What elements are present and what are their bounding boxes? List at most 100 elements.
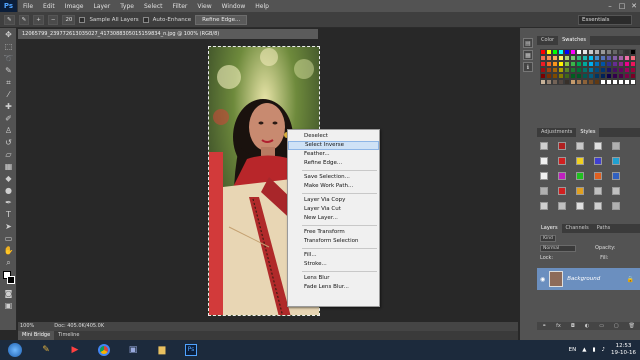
context-menu-item-feather[interactable]: Feather... (288, 150, 379, 159)
style-preset[interactable] (594, 202, 602, 210)
context-menu-item-transform-selection[interactable]: Transform Selection (288, 237, 379, 246)
context-menu-item-new-layer[interactable]: New Layer... (288, 214, 379, 223)
tab-layers[interactable]: Layers (537, 224, 562, 233)
path-selection-tool-icon[interactable]: ➤ (2, 221, 15, 232)
context-menu-item-free-transform[interactable]: Free Transform (288, 228, 379, 237)
context-menu-item-make-work-path[interactable]: Make Work Path... (288, 182, 379, 191)
tab-swatches[interactable]: Swatches (558, 36, 590, 45)
style-preset[interactable] (612, 187, 620, 195)
eye-icon[interactable]: ◉ (540, 276, 545, 283)
context-menu-item-save-selection[interactable]: Save Selection... (288, 173, 379, 182)
gradient-tool-icon[interactable]: ▦ (2, 161, 15, 172)
zoom-tool-icon[interactable]: ⌕ (2, 257, 15, 268)
tab-paths[interactable]: Paths (593, 224, 615, 233)
history-brush-tool-icon[interactable]: ↺ (2, 137, 15, 148)
style-preset[interactable] (576, 202, 584, 210)
new-group-icon[interactable]: ▭ (599, 322, 604, 330)
tab-channels[interactable]: Channels (562, 224, 593, 233)
paint-app-icon[interactable]: ✎ (33, 341, 59, 359)
tab-styles[interactable]: Styles (576, 128, 600, 137)
clone-stamp-tool-icon[interactable]: ♙ (2, 125, 15, 136)
document-tab[interactable]: 12065799_239772613035027_417308830501515… (18, 29, 318, 39)
screen-mode-icon[interactable]: ▣ (2, 300, 15, 311)
style-preset[interactable] (540, 157, 548, 165)
layer-kind-select[interactable]: Kind (540, 234, 556, 242)
style-preset[interactable] (558, 157, 566, 165)
layer-row-background[interactable]: ◉ Background 🔒 (537, 268, 640, 290)
style-preset[interactable] (594, 172, 602, 180)
tab-timeline[interactable]: Timeline (54, 331, 83, 340)
lasso-tool-icon[interactable]: ➰ (2, 53, 15, 64)
network-icon[interactable]: ▮ (592, 347, 595, 353)
tab-mini-bridge[interactable]: Mini Bridge (18, 331, 55, 340)
clock[interactable]: 12:53 19-10-16 (611, 343, 636, 357)
tab-color[interactable]: Color (537, 36, 558, 45)
style-preset[interactable] (576, 187, 584, 195)
menu-layer[interactable]: Layer (88, 3, 115, 10)
style-preset[interactable] (576, 142, 584, 150)
menu-help[interactable]: Help (250, 3, 274, 10)
dodge-tool-icon[interactable]: ● (2, 185, 15, 196)
close-icon[interactable]: ✕ (628, 0, 640, 12)
info-panel-icon[interactable]: ℹ (523, 62, 533, 72)
crop-tool-icon[interactable]: ⌗ (2, 77, 15, 88)
refine-edge-button[interactable]: Refine Edge... (195, 14, 248, 25)
menu-window[interactable]: Window (217, 3, 251, 10)
context-menu-item-layer-via-cut[interactable]: Layer Via Cut (288, 205, 379, 214)
menu-file[interactable]: File (18, 3, 38, 10)
style-preset[interactable] (576, 172, 584, 180)
context-menu-item-stroke[interactable]: Stroke... (288, 260, 379, 269)
context-menu-item-deselect[interactable]: Deselect (288, 132, 379, 141)
style-preset[interactable] (540, 142, 548, 150)
photo-viewer-icon[interactable]: ▣ (120, 341, 146, 359)
context-menu-item-fade-lens-blur[interactable]: Fade Lens Blur... (288, 283, 379, 292)
style-preset[interactable] (558, 202, 566, 210)
style-preset[interactable] (612, 202, 620, 210)
style-preset[interactable] (558, 187, 566, 195)
layer-style-icon[interactable]: fx (556, 322, 561, 330)
tab-adjustments[interactable]: Adjustments (537, 128, 576, 137)
menu-edit[interactable]: Edit (38, 3, 60, 10)
context-menu-item-select-inverse[interactable]: Select Inverse (288, 141, 379, 150)
new-layer-icon[interactable]: ▢ (614, 322, 619, 330)
menu-filter[interactable]: Filter (168, 3, 193, 10)
style-preset[interactable] (594, 187, 602, 195)
style-preset[interactable] (540, 187, 548, 195)
zoom-level[interactable]: 100% (20, 322, 34, 331)
style-preset[interactable] (540, 202, 548, 210)
shape-tool-icon[interactable]: ▭ (2, 233, 15, 244)
minimize-icon[interactable]: – (604, 0, 616, 12)
context-menu-item-fill[interactable]: Fill... (288, 251, 379, 260)
quick-mask-icon[interactable]: ◙ (2, 288, 15, 299)
menu-view[interactable]: View (192, 3, 216, 10)
context-menu-item-refine-edge[interactable]: Refine Edge... (288, 159, 379, 168)
pen-tool-icon[interactable]: ✒ (2, 197, 15, 208)
context-menu-item-layer-via-copy[interactable]: Layer Via Copy (288, 196, 379, 205)
context-menu-item-lens-blur[interactable]: Lens Blur (288, 274, 379, 283)
style-preset[interactable] (594, 142, 602, 150)
style-preset[interactable] (612, 157, 620, 165)
adjustment-layer-icon[interactable]: ◐ (585, 322, 589, 330)
style-preset[interactable] (612, 172, 620, 180)
eraser-tool-icon[interactable]: ▱ (2, 149, 15, 160)
workspace-select[interactable]: Essentials (578, 15, 632, 25)
start-button-icon[interactable] (0, 341, 30, 359)
new-selection-icon[interactable]: ✎ (18, 14, 30, 25)
add-to-selection-icon[interactable]: + (33, 14, 44, 25)
add-mask-icon[interactable]: ◘ (571, 322, 575, 330)
folder-icon[interactable]: ▆ (149, 341, 175, 359)
marquee-tool-icon[interactable]: ⬚ (2, 41, 15, 52)
menu-type[interactable]: Type (115, 3, 139, 10)
swatch[interactable] (630, 79, 636, 85)
photoshop-taskbar-icon[interactable]: Ps (178, 341, 204, 359)
history-panel-icon[interactable]: ▤ (523, 38, 533, 48)
blend-mode-select[interactable]: Normal (540, 244, 576, 252)
brush-size-picker[interactable]: 20 (62, 14, 76, 25)
chrome-icon[interactable] (91, 341, 117, 359)
language-indicator[interactable]: EN (569, 347, 577, 353)
style-preset[interactable] (612, 142, 620, 150)
style-preset[interactable] (540, 172, 548, 180)
trash-icon[interactable]: 🗑 (629, 322, 635, 330)
subtract-from-selection-icon[interactable]: − (47, 14, 59, 25)
style-preset[interactable] (558, 142, 566, 150)
